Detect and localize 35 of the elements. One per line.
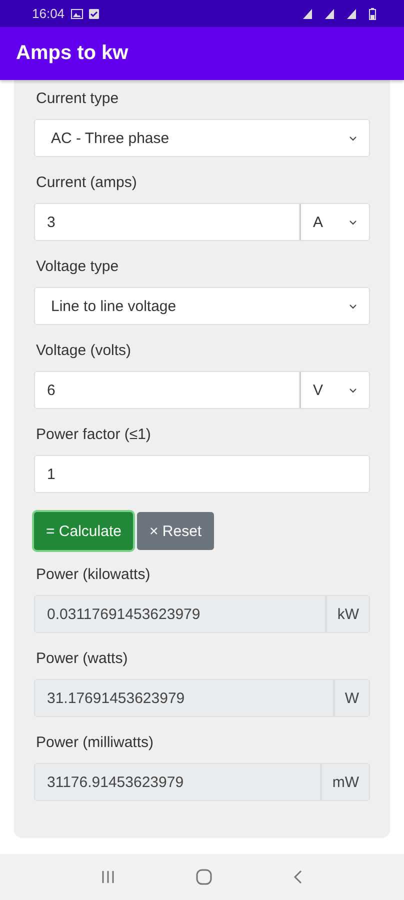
result-field: 31.17691453623979	[34, 679, 334, 717]
field-label: Voltage (volts)	[36, 342, 132, 359]
field-label: Power factor (≤1)	[36, 426, 152, 443]
select-field[interactable]: AC - Three phase	[34, 119, 370, 157]
back-icon[interactable]	[293, 870, 304, 884]
result-label: Power (watts)	[36, 650, 129, 667]
field-label: Current (amps)	[36, 174, 138, 191]
result-field: 31176.91453623979	[34, 763, 322, 801]
field-label: Current type	[36, 90, 120, 107]
image-icon	[70, 8, 83, 18]
input-field[interactable]: 3	[34, 203, 300, 241]
result-field: 0.03117691453623979	[34, 595, 326, 633]
recent-apps-icon[interactable]	[100, 870, 115, 884]
home-icon[interactable]	[196, 869, 212, 885]
checkbox-icon	[88, 8, 99, 18]
battery-icon	[369, 8, 376, 20]
chevron-icon	[349, 136, 357, 140]
unit-label: mW	[321, 763, 370, 801]
unit-select[interactable]: V	[300, 371, 370, 409]
unit-label: W	[334, 679, 370, 717]
chevron-icon	[349, 220, 357, 224]
status-time: 16:04	[32, 6, 65, 21]
input-field[interactable]: 6	[34, 371, 300, 409]
result-label: Power (kilowatts)	[36, 566, 152, 583]
input-field[interactable]: 1	[34, 455, 370, 493]
result-label: Power (milliwatts)	[36, 734, 155, 751]
calculate-button[interactable]: = Calculate	[34, 512, 134, 550]
chevron-icon	[349, 388, 357, 392]
select-field[interactable]: Line to line voltage	[34, 287, 370, 325]
unit-select[interactable]: A	[300, 203, 370, 241]
app-title: Amps to kw	[16, 42, 128, 65]
unit-label: kW	[326, 595, 370, 633]
chevron-icon	[349, 304, 357, 308]
field-label: Voltage type	[36, 258, 120, 275]
reset-button[interactable]: × Reset	[137, 512, 214, 550]
